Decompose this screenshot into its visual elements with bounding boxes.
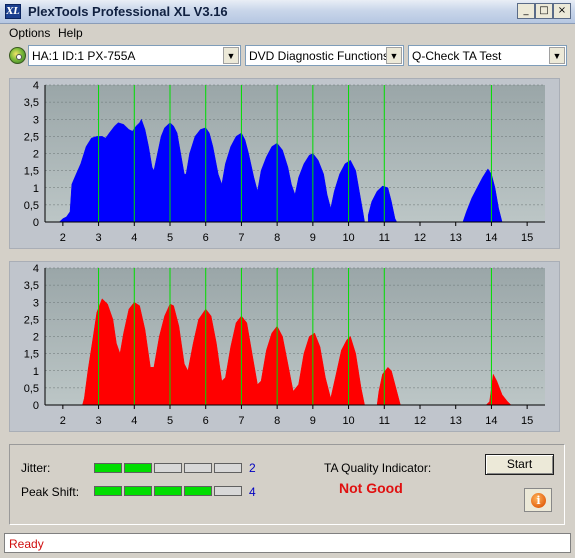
x-tick-label: 14 [485, 415, 497, 427]
minimize-button[interactable]: _ [517, 3, 535, 19]
meter-segment [94, 463, 122, 473]
test-select-value: Q-Check TA Test [412, 49, 502, 63]
meter-segment [124, 463, 152, 473]
y-tick-label: 2 [33, 149, 39, 161]
toolbar: HA:1 ID:1 PX-755A ▼ DVD Diagnostic Funct… [0, 44, 575, 68]
x-tick-label: 15 [521, 415, 533, 427]
peak-shift-value: 4 [249, 485, 256, 499]
peak-shift-meter [94, 486, 244, 496]
menu-help[interactable]: Help [58, 26, 83, 40]
x-tick-label: 3 [96, 415, 102, 427]
y-tick-label: 3 [33, 297, 39, 309]
jitter-chart: 0 0,5 1 1,5 2 2,5 3 3,5 4 2 3 4 5 6 7 8 9 10 11 12 13 14 15 [24, 80, 545, 244]
x-tick-label: 3 [96, 232, 102, 244]
jitter-meter [94, 463, 244, 473]
x-tick-label: 13 [450, 415, 462, 427]
meter-segment [154, 486, 182, 496]
jitter-label: Jitter: [21, 461, 51, 475]
x-tick-label: 5 [167, 232, 173, 244]
menu-bar: Options Help [0, 24, 575, 43]
x-tick-label: 11 [379, 415, 390, 427]
function-select[interactable]: DVD Diagnostic Functions ▼ [245, 45, 404, 66]
x-tick-label: 8 [274, 232, 280, 244]
peak-shift-chart: 0 0,5 1 1,5 2 2,5 3 3,5 4 2 3 4 5 6 7 8 9 10 11 12 13 14 15 [24, 263, 545, 427]
y-tick-label: 0,5 [24, 383, 39, 395]
x-tick-label: 13 [450, 232, 462, 244]
y-tick-label: 2,5 [24, 314, 39, 326]
jitter-chart-panel: 0 0,5 1 1,5 2 2,5 3 3,5 4 2 3 4 5 6 7 8 9 10 11 12 13 14 15 [9, 78, 560, 249]
drive-select-value: HA:1 ID:1 PX-755A [32, 49, 136, 63]
y-tick-label: 1 [33, 366, 39, 378]
y-tick-label: 1 [33, 183, 39, 195]
y-tick-label: 1,5 [24, 349, 39, 361]
function-select-value: DVD Diagnostic Functions [249, 49, 390, 63]
x-tick-label: 5 [167, 415, 173, 427]
chevron-down-icon[interactable]: ▼ [386, 47, 402, 64]
x-tick-label: 9 [310, 415, 316, 427]
x-tick-label: 6 [203, 232, 209, 244]
x-tick-label: 8 [274, 415, 280, 427]
peak-shift-label: Peak Shift: [21, 485, 80, 499]
y-tick-label: 0 [33, 217, 39, 229]
meter-segment [184, 463, 212, 473]
x-tick-label: 10 [342, 415, 354, 427]
x-tick-label: 12 [414, 415, 426, 427]
peak-shift-chart-panel: 0 0,5 1 1,5 2 2,5 3 3,5 4 2 3 4 5 6 7 8 9 10 11 12 13 14 15 [9, 261, 560, 432]
y-tick-label: 4 [33, 263, 39, 275]
x-tick-label: 4 [131, 415, 137, 427]
drive-disc-icon [9, 47, 26, 64]
x-tick-label: 11 [379, 232, 390, 244]
x-tick-label: 9 [310, 232, 316, 244]
x-tick-label: 7 [238, 415, 244, 427]
status-bar: Ready [4, 533, 571, 553]
y-tick-label: 1,5 [24, 166, 39, 178]
y-tick-label: 3 [33, 114, 39, 126]
y-tick-label: 2,5 [24, 131, 39, 143]
info-icon: i [531, 493, 546, 508]
results-panel: Jitter: 2 Peak Shift: 4 TA Quality Indic… [9, 444, 565, 525]
close-button[interactable]: × [553, 3, 571, 19]
meter-segment [124, 486, 152, 496]
x-tick-label: 12 [414, 232, 426, 244]
meter-segment [214, 463, 242, 473]
x-tick-label: 15 [521, 232, 533, 244]
y-tick-label: 3,5 [24, 280, 39, 292]
y-tick-label: 2 [33, 332, 39, 344]
x-tick-label: 14 [485, 232, 497, 244]
meter-segment [184, 486, 212, 496]
y-tick-label: 0,5 [24, 200, 39, 212]
menu-options[interactable]: Options [9, 26, 50, 40]
x-tick-label: 7 [238, 232, 244, 244]
chevron-down-icon[interactable]: ▼ [223, 47, 239, 64]
window-title: PlexTools Professional XL V3.16 [28, 4, 228, 19]
start-button[interactable]: Start [485, 454, 554, 475]
status-text: Ready [9, 537, 44, 551]
chevron-down-icon[interactable]: ▼ [549, 47, 565, 64]
meter-segment [94, 486, 122, 496]
x-tick-label: 4 [131, 232, 137, 244]
drive-select[interactable]: HA:1 ID:1 PX-755A ▼ [28, 45, 241, 66]
ta-quality-value: Not Good [339, 480, 403, 496]
y-tick-label: 4 [33, 80, 39, 92]
x-tick-label: 2 [60, 415, 66, 427]
jitter-value: 2 [249, 461, 256, 475]
meter-segment [214, 486, 242, 496]
title-bar: XL PlexTools Professional XL V3.16 _ □ × [0, 0, 575, 24]
x-tick-label: 6 [203, 415, 209, 427]
y-tick-label: 0 [33, 400, 39, 412]
x-tick-label: 2 [60, 232, 66, 244]
meter-segment [154, 463, 182, 473]
test-select[interactable]: Q-Check TA Test ▼ [408, 45, 567, 66]
maximize-button[interactable]: □ [535, 3, 553, 19]
info-button[interactable]: i [524, 488, 552, 512]
x-tick-label: 10 [342, 232, 354, 244]
y-tick-label: 3,5 [24, 97, 39, 109]
app-logo-icon: XL [5, 4, 21, 19]
ta-quality-label: TA Quality Indicator: [324, 461, 432, 475]
